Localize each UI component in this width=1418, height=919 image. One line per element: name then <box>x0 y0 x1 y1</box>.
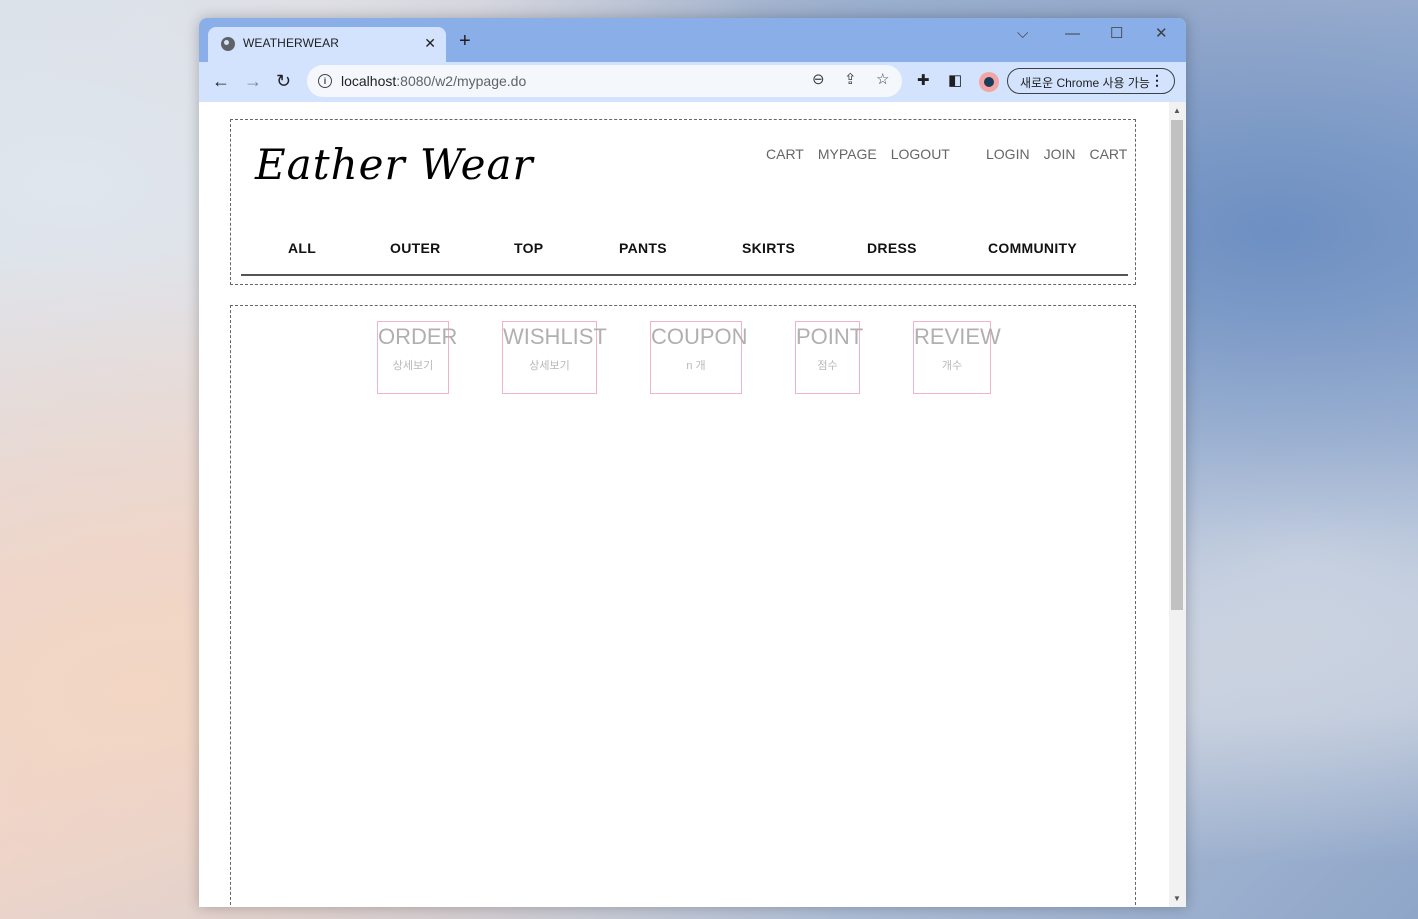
card-sub: n 개 <box>686 360 706 372</box>
link-mypage[interactable]: MYPAGE <box>818 146 877 162</box>
menu-outer[interactable]: OUTER <box>390 240 441 256</box>
new-tab-icon[interactable]: + <box>459 30 471 52</box>
card-review[interactable]: REVIEW 개수 <box>913 321 1001 394</box>
scroll-down-arrow-icon[interactable]: ▼ <box>1173 894 1181 903</box>
card-title: WISHLIST <box>503 324 607 349</box>
side-panel-icon[interactable]: ◧ <box>948 72 962 90</box>
card-wishlist[interactable]: WISHLIST 상세보기 <box>502 321 607 394</box>
minimize-icon[interactable]: — <box>1065 25 1080 43</box>
zoom-icon[interactable]: ⊖ <box>812 71 825 89</box>
card-sub: 개수 <box>941 360 963 372</box>
card-title: COUPON <box>651 324 748 349</box>
back-icon[interactable]: ← <box>212 71 230 91</box>
tab-search-icon[interactable]: ⌵ <box>1017 25 1028 43</box>
mypage-content: ORDER 상세보기 WISHLIST 상세보기 COUPON n 개 POIN… <box>230 305 1136 907</box>
extensions-icon[interactable]: ✚ <box>917 72 930 90</box>
browser-window: WEATHERWEAR ✕ + ⌵ — ☐ ✕ ← → ↻ i localhos… <box>199 18 1186 907</box>
menu-dress[interactable]: DRESS <box>867 240 917 256</box>
url-text[interactable]: localhost:8080/w2/mypage.do <box>341 73 526 89</box>
card-sub: 점수 <box>817 360 838 372</box>
site-info-icon[interactable]: i <box>318 74 332 88</box>
card-title: REVIEW <box>914 324 1001 349</box>
menu-dots-icon[interactable]: ⋮ <box>1150 72 1164 89</box>
scroll-thumb[interactable] <box>1171 120 1183 610</box>
scroll-up-arrow-icon[interactable]: ▲ <box>1173 106 1181 115</box>
menu-pants[interactable]: PANTS <box>619 240 667 256</box>
chrome-update-label: 새로운 Chrome 사용 가능 <box>1020 76 1150 90</box>
link-join[interactable]: JOIN <box>1044 146 1076 162</box>
menu-all[interactable]: ALL <box>288 240 316 256</box>
card-coupon[interactable]: COUPON n 개 <box>650 321 748 394</box>
vertical-scrollbar[interactable]: ▲ ▼ <box>1169 102 1186 907</box>
member-links: CART MYPAGE LOGOUT <box>766 146 950 162</box>
share-icon[interactable]: ⇪ <box>844 71 857 89</box>
close-tab-icon[interactable]: ✕ <box>424 34 436 52</box>
category-menu: ALL OUTER TOP PANTS SKIRTS DRESS COMMUNI… <box>241 238 1128 276</box>
globe-icon <box>221 37 235 51</box>
chrome-update-button[interactable]: 새로운 Chrome 사용 가능 ⋮ <box>1007 68 1175 94</box>
close-window-icon[interactable]: ✕ <box>1155 25 1168 43</box>
title-bar: WEATHERWEAR ✕ + ⌵ — ☐ ✕ <box>199 18 1186 62</box>
tab-title: WEATHERWEAR <box>243 36 339 50</box>
card-title: POINT <box>796 324 864 349</box>
url-host: localhost <box>341 73 397 89</box>
card-order[interactable]: ORDER 상세보기 <box>377 321 458 394</box>
browser-tab[interactable]: WEATHERWEAR ✕ <box>208 27 446 62</box>
link-login[interactable]: LOGIN <box>986 146 1030 162</box>
guest-links: LOGIN JOIN CART <box>986 146 1127 162</box>
profile-avatar[interactable] <box>979 72 999 92</box>
card-sub: 상세보기 <box>392 360 434 372</box>
url-path: :8080/w2/mypage.do <box>396 73 527 89</box>
address-bar[interactable]: i localhost:8080/w2/mypage.do ⊖ ⇪ ☆ <box>307 65 902 97</box>
browser-toolbar: ← → ↻ i localhost:8080/w2/mypage.do ⊖ ⇪ … <box>199 62 1186 102</box>
forward-icon[interactable]: → <box>244 71 262 91</box>
maximize-icon[interactable]: ☐ <box>1110 25 1123 43</box>
card-title: ORDER <box>378 324 458 349</box>
bookmark-star-icon[interactable]: ☆ <box>876 71 889 89</box>
menu-community[interactable]: COMMUNITY <box>988 240 1077 256</box>
link-cart[interactable]: CART <box>766 146 804 162</box>
page-viewport: Eather Wear CART MYPAGE LOGOUT LOGIN JOIN CA… <box>199 102 1169 907</box>
card-point[interactable]: POINT 점수 <box>795 321 864 394</box>
reload-icon[interactable]: ↻ <box>276 71 291 91</box>
link-cart-2[interactable]: CART <box>1089 146 1127 162</box>
site-header: Eather Wear CART MYPAGE LOGOUT LOGIN JOIN CA… <box>230 119 1136 285</box>
menu-skirts[interactable]: SKIRTS <box>742 240 795 256</box>
site-logo[interactable]: Eather Wear <box>255 140 534 189</box>
menu-top[interactable]: TOP <box>514 240 543 256</box>
link-logout[interactable]: LOGOUT <box>891 146 950 162</box>
card-sub: 상세보기 <box>529 360 570 372</box>
